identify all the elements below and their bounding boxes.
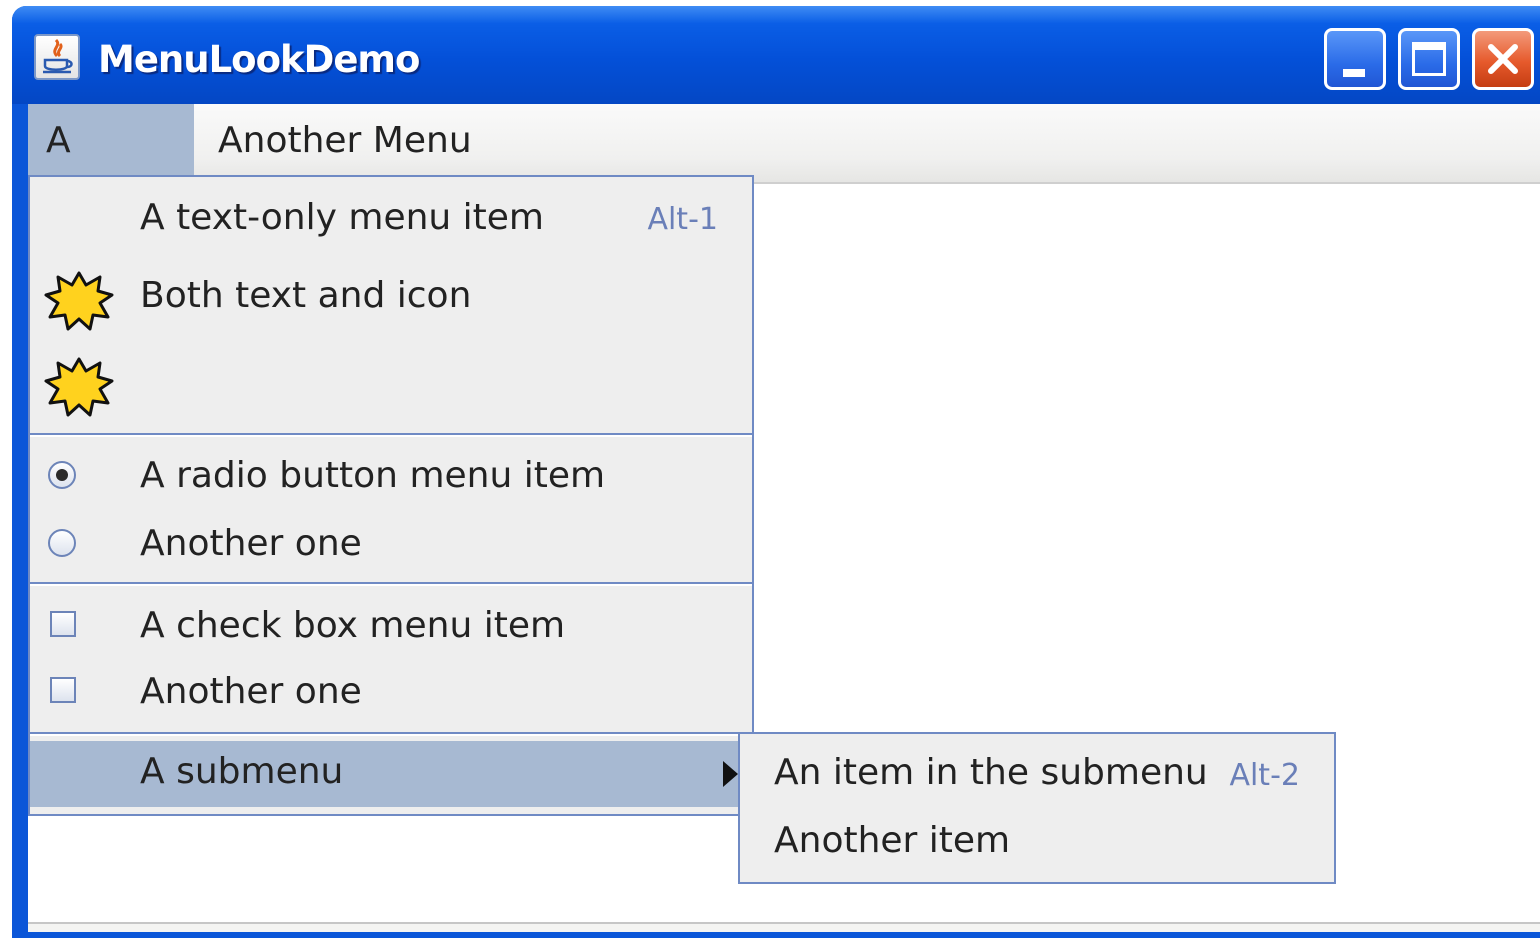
menu-item-radio-1-label: A radio button menu item (140, 455, 606, 496)
java-app-icon[interactable] (34, 34, 80, 80)
starburst-icon (44, 271, 114, 331)
submenu-arrow-icon (723, 761, 738, 787)
menu-item-submenu[interactable]: A submenu (30, 741, 752, 807)
menu-item-icon-only[interactable] (30, 349, 752, 433)
submenu-popup: An item in the submenu Alt-2 Another ite… (738, 732, 1336, 884)
menu-separator (30, 582, 752, 586)
menu-item-checkbox-1[interactable]: A check box menu item (30, 587, 752, 663)
close-button[interactable] (1472, 28, 1534, 90)
menu-separator (30, 732, 752, 736)
submenu-item-1-label: An item in the submenu (774, 752, 1208, 793)
menu-another-menu-label: Another Menu (218, 120, 472, 161)
menu-separator (30, 433, 752, 437)
submenu-item-2-label: Another item (774, 820, 1011, 861)
dropdown-menu: A text-only menu item Alt-1 Both text an… (28, 175, 754, 816)
menu-item-checkbox-2-label: Another one (140, 671, 362, 712)
menu-bar: A Menu Another Menu (28, 104, 1540, 235)
menu-a-menu[interactable]: A Menu (28, 104, 194, 235)
submenu-item-2[interactable]: Another item (740, 810, 1334, 882)
starburst-icon (44, 357, 114, 417)
checkbox-unchecked-icon (50, 677, 76, 703)
radio-selected-icon (48, 461, 76, 489)
menu-another-menu[interactable]: Another Menu (200, 104, 490, 182)
submenu-item-1[interactable]: An item in the submenu Alt-2 (740, 734, 1334, 810)
checkbox-unchecked-icon (50, 611, 76, 637)
window-title: MenuLookDemo (98, 38, 420, 81)
menu-item-checkbox-2[interactable]: Another one (30, 663, 752, 731)
menu-item-text-only-accelerator: Alt-1 (647, 202, 718, 237)
menu-item-checkbox-1-label: A check box menu item (140, 605, 566, 646)
menu-item-submenu-label: A submenu (140, 751, 344, 792)
minimize-icon (1343, 69, 1365, 77)
menu-item-text-and-icon[interactable]: Both text and icon (30, 261, 752, 349)
close-icon (1488, 44, 1518, 74)
maximize-icon (1412, 42, 1446, 76)
maximize-button[interactable] (1398, 28, 1460, 90)
content-bottom-edge (28, 922, 1540, 932)
menu-item-text-and-icon-label: Both text and icon (140, 275, 472, 316)
minimize-button[interactable] (1324, 28, 1386, 90)
menu-item-radio-1[interactable]: A radio button menu item (30, 439, 752, 513)
title-bar[interactable]: MenuLookDemo (12, 6, 1540, 104)
menu-item-radio-2-label: Another one (140, 523, 362, 564)
menu-item-radio-2[interactable]: Another one (30, 513, 752, 581)
menu-item-text-only[interactable]: A text-only menu item Alt-1 (30, 177, 752, 261)
radio-unselected-icon (48, 529, 76, 557)
menu-item-text-only-label: A text-only menu item (140, 197, 544, 238)
submenu-item-1-accelerator: Alt-2 (1229, 758, 1300, 793)
